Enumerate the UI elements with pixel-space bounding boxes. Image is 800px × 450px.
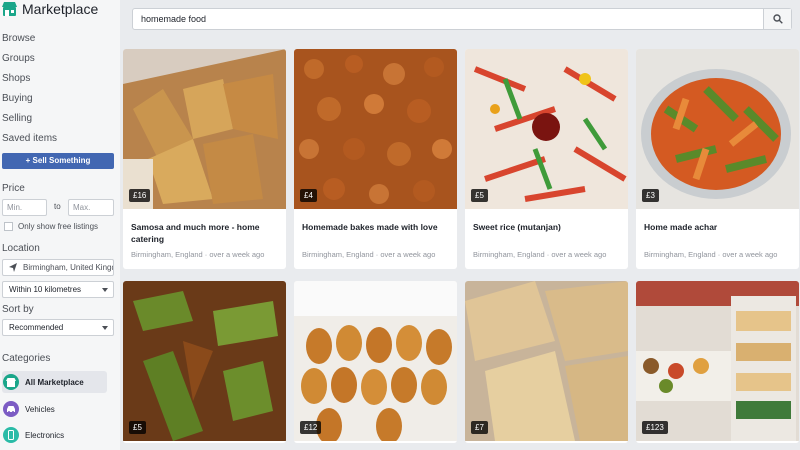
sort-select[interactable]: Recommended — [2, 319, 114, 336]
sidebar-item-selling[interactable]: Selling — [2, 109, 57, 129]
listing-card[interactable]: £12 — [294, 281, 457, 443]
chevron-down-icon — [102, 326, 108, 330]
listing-card[interactable]: £3 Home made achar Birmingham, England ·… — [636, 49, 799, 269]
location-label: Location — [2, 243, 40, 254]
price-badge: £3 — [642, 189, 659, 202]
sort-label: Sort by — [2, 304, 34, 315]
sidebar-item-groups[interactable]: Groups — [2, 49, 57, 69]
search-icon — [772, 14, 783, 24]
chevron-down-icon — [102, 288, 108, 292]
listing-card[interactable]: £5 — [123, 281, 286, 443]
sidebar-item-browse[interactable]: Browse — [2, 29, 57, 49]
location-value: Birmingham, United Kingdom — [23, 263, 113, 272]
search-input[interactable] — [133, 9, 763, 29]
listing-title[interactable]: Samosa and much more - home catering — [131, 221, 281, 245]
sidebar-item-shops[interactable]: Shops — [2, 69, 57, 89]
listing-title[interactable]: Sweet rice (mutanjan) — [473, 221, 623, 233]
sidebar-item-buying[interactable]: Buying — [2, 89, 57, 109]
page-title: Marketplace — [22, 1, 99, 17]
listing-title[interactable]: Home made achar — [644, 221, 794, 233]
listing-photo: £123 — [636, 281, 799, 441]
listing-card[interactable]: £5 Sweet rice (mutanjan) Birmingham, Eng… — [465, 49, 628, 269]
location-select[interactable]: Birmingham, United Kingdom — [2, 259, 114, 276]
price-badge: £5 — [471, 189, 488, 202]
category-vehicles[interactable]: Vehicles — [2, 398, 107, 420]
free-listings-option[interactable]: Only show free listings — [4, 222, 98, 231]
listing-photo: £16 — [123, 49, 286, 209]
price-badge: £123 — [642, 421, 668, 434]
price-badge: £12 — [300, 421, 322, 434]
radius-value: Within 10 kilometres — [9, 285, 82, 294]
listing-card[interactable]: £123 — [636, 281, 799, 443]
listing-card[interactable]: £16 Samosa and much more - home catering… — [123, 49, 286, 269]
listing-location: Birmingham, England · over a week ago — [302, 250, 436, 259]
category-electronics[interactable]: Electronics — [2, 424, 107, 446]
listing-photo: £12 — [294, 281, 457, 441]
listing-photo: £3 — [636, 49, 799, 209]
price-badge: £5 — [129, 421, 146, 434]
listing-location: Birmingham, England · over a week ago — [131, 250, 265, 259]
free-listings-label: Only show free listings — [18, 222, 99, 231]
listing-photo: £7 — [465, 281, 628, 441]
search-button[interactable] — [763, 9, 791, 29]
storefront-icon — [2, 2, 17, 16]
sell-something-button[interactable]: + Sell Something — [2, 153, 114, 169]
sidebar-item-saved-items[interactable]: Saved items — [2, 129, 57, 149]
location-pin-icon — [9, 263, 17, 272]
search-bar — [132, 8, 792, 30]
car-icon — [3, 401, 19, 417]
price-badge: £7 — [471, 421, 488, 434]
categories-label: Categories — [2, 353, 51, 364]
sidebar-nav: Browse Groups Shops Buying Selling Saved… — [2, 29, 57, 149]
listing-title[interactable]: Homemade bakes made with love — [302, 221, 452, 233]
listing-card[interactable]: £4 Homemade bakes made with love Birming… — [294, 49, 457, 269]
price-label: Price — [2, 183, 25, 194]
storefront-icon — [3, 374, 19, 390]
category-label: Vehicles — [25, 404, 55, 414]
listing-photo: £5 — [123, 281, 286, 441]
radius-select[interactable]: Within 10 kilometres — [2, 281, 114, 298]
phone-icon — [3, 427, 19, 443]
listing-photo: £5 — [465, 49, 628, 209]
category-label: Electronics — [25, 430, 65, 440]
category-label: All Marketplace — [25, 377, 84, 387]
price-min-input[interactable]: Min. — [2, 199, 47, 216]
marketplace-header[interactable]: Marketplace — [2, 0, 98, 18]
listing-card[interactable]: £7 — [465, 281, 628, 443]
sort-value: Recommended — [9, 323, 64, 332]
listing-location: Birmingham, England · over a week ago — [644, 250, 778, 259]
category-all-marketplace[interactable]: All Marketplace — [2, 371, 107, 393]
price-badge: £4 — [300, 189, 317, 202]
listing-location: Birmingham, England · over a week ago — [473, 250, 607, 259]
sidebar: Marketplace Browse Groups Shops Buying S… — [0, 0, 120, 450]
free-listings-checkbox[interactable] — [4, 222, 13, 231]
listing-photo: £4 — [294, 49, 457, 209]
price-badge: £16 — [129, 189, 151, 202]
price-max-input[interactable]: Max. — [68, 199, 114, 216]
price-to-label: to — [54, 202, 61, 211]
